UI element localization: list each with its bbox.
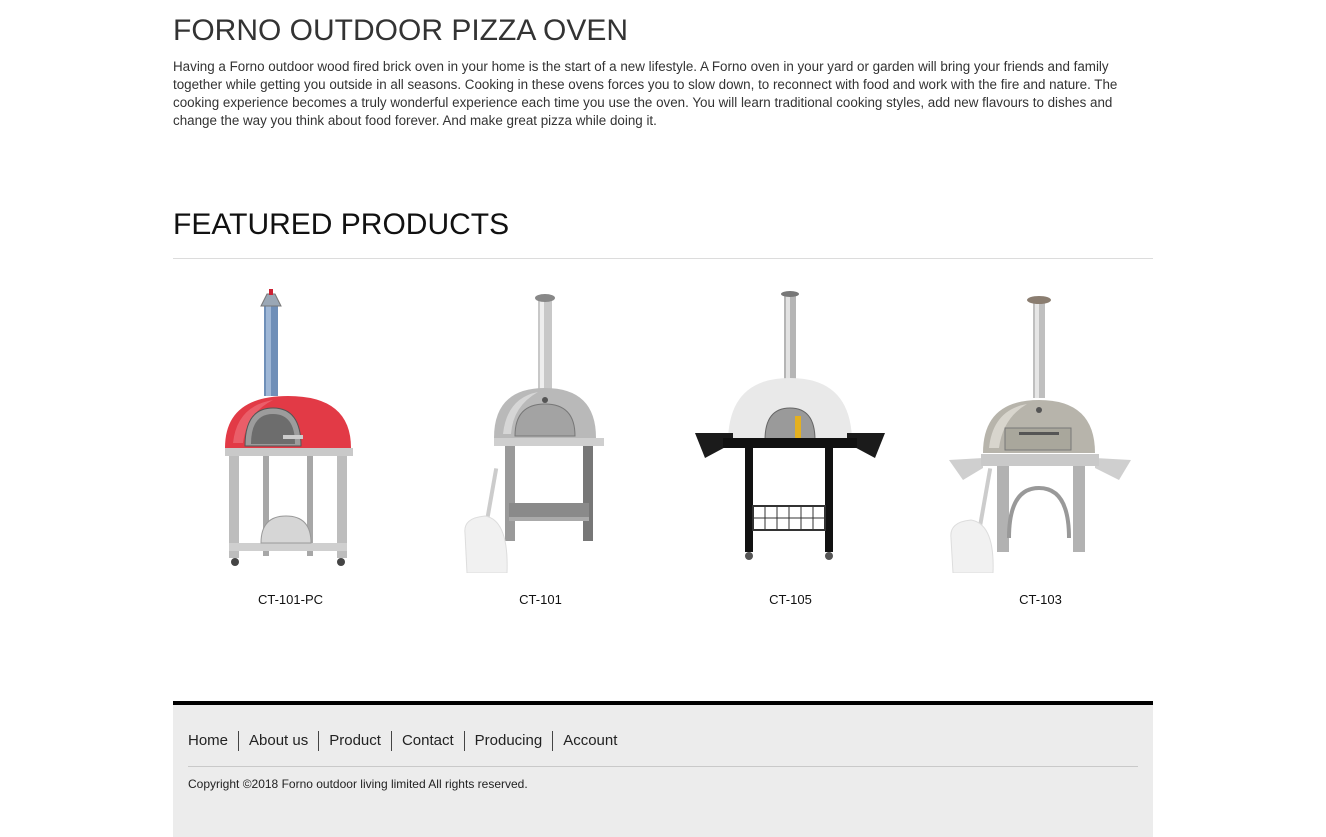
- product-card-ct-101-pc[interactable]: CT-101-PC: [173, 280, 408, 620]
- product-card-ct-105[interactable]: CT-105: [673, 280, 908, 620]
- product-name[interactable]: CT-105: [673, 592, 908, 607]
- product-name[interactable]: CT-101: [423, 592, 658, 607]
- footer-divider: [188, 766, 1138, 767]
- footer-nav: Home About us Product Contact Producing …: [188, 731, 627, 751]
- footer: Home About us Product Contact Producing …: [173, 701, 1153, 837]
- product-card-ct-103[interactable]: CT-103: [923, 280, 1158, 620]
- nav-link-product[interactable]: Product: [318, 731, 391, 751]
- nav-link-contact[interactable]: Contact: [390, 731, 464, 751]
- nav-link-producing[interactable]: Producing: [463, 731, 553, 751]
- nav-link-account[interactable]: Account: [552, 731, 627, 751]
- product-name[interactable]: CT-103: [923, 592, 1158, 607]
- featured-products-heading: FEATURED PRODUCTS: [173, 208, 510, 241]
- nav-link-about-us[interactable]: About us: [238, 731, 318, 751]
- copyright-text: Copyright ©2018 Forno outdoor living lim…: [188, 777, 528, 791]
- product-image-ct-101[interactable]: [423, 288, 658, 573]
- product-image-ct-101-pc[interactable]: [173, 288, 408, 573]
- product-image-ct-105[interactable]: [673, 288, 908, 573]
- product-image-ct-103[interactable]: [923, 288, 1158, 573]
- product-grid: CT-101-PC CT-101 CT-105 CT-103: [173, 280, 1173, 620]
- intro-paragraph: Having a Forno outdoor wood fired brick …: [173, 59, 1118, 128]
- page-title: FORNO OUTDOOR PIZZA OVEN: [173, 14, 629, 47]
- nav-link-home[interactable]: Home: [188, 731, 238, 751]
- product-card-ct-101[interactable]: CT-101: [423, 280, 658, 620]
- section-divider: [173, 258, 1153, 259]
- product-name[interactable]: CT-101-PC: [173, 592, 408, 607]
